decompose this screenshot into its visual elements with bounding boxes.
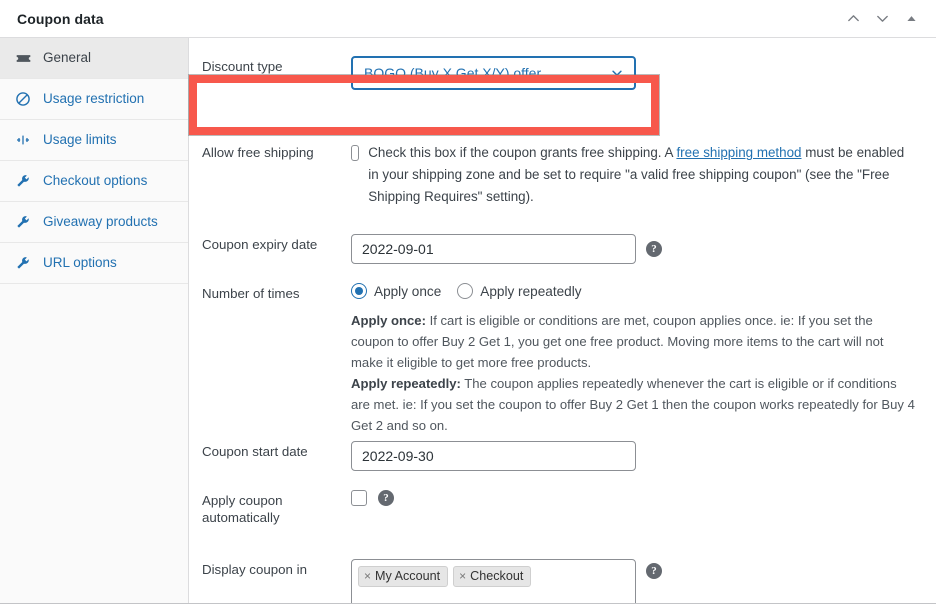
apply-coupon-automatically-help-icon[interactable]: ?	[378, 490, 394, 506]
field-coupon-expiry-date: Coupon expiry date ?	[189, 234, 936, 264]
panel-body: General Usage restriction Usage limits C…	[0, 38, 936, 603]
no-entry-icon	[13, 91, 33, 107]
apply-once-description: Apply once: If cart is eligible or condi…	[351, 310, 918, 373]
sidebar-item-usage-limits[interactable]: Usage limits	[0, 120, 188, 161]
panel-header-controls	[840, 6, 924, 32]
sidebar-item-usage-restriction[interactable]: Usage restriction	[0, 79, 188, 120]
number-of-times-label: Number of times	[202, 286, 300, 301]
apply-repeatedly-desc-title: Apply repeatedly:	[351, 376, 461, 391]
field-apply-coupon-automatically: Apply coupon automatically ?	[189, 490, 936, 526]
apply-once-desc-text: If cart is eligible or conditions are me…	[351, 313, 884, 370]
allow-free-shipping-description: Check this box if the coupon grants free…	[368, 142, 918, 208]
coupon-expiry-date-help-icon[interactable]: ?	[646, 241, 662, 257]
move-down-icon[interactable]	[869, 6, 895, 32]
remove-token-icon[interactable]: ×	[459, 569, 466, 583]
coupon-general-form: Discount type BOGO (Buy X Get X/Y) offer…	[189, 38, 936, 603]
field-allow-free-shipping: Allow free shipping Check this box if th…	[189, 142, 936, 208]
sidebar-item-label: Usage limits	[43, 132, 117, 148]
sidebar-item-checkout-options[interactable]: Checkout options	[0, 161, 188, 202]
page-title: Coupon data	[17, 10, 104, 27]
apply-once-label[interactable]: Apply once	[374, 284, 441, 299]
discount-type-value: BOGO (Buy X Get X/Y) offer	[364, 65, 542, 81]
wrench-icon	[13, 173, 33, 189]
token-my-account: × My Account	[358, 566, 449, 587]
free-shipping-method-link[interactable]: free shipping method	[676, 145, 801, 160]
field-coupon-start-date: Coupon start date	[189, 441, 936, 471]
token-label: My Account	[375, 569, 441, 583]
wrench-icon	[13, 214, 33, 230]
sidebar-item-url-options[interactable]: URL options	[0, 243, 188, 284]
sidebar-item-label: Checkout options	[43, 173, 148, 189]
allow-free-shipping-label: Allow free shipping	[202, 145, 314, 160]
display-coupon-in-token-input[interactable]: × My Account × Checkout	[351, 559, 636, 603]
chevron-down-icon	[610, 66, 624, 80]
field-discount-type: Discount type BOGO (Buy X Get X/Y) offer	[189, 56, 936, 90]
discount-type-label: Discount type	[202, 59, 283, 74]
display-coupon-in-label: Display coupon in	[202, 562, 307, 577]
apply-repeatedly-radio[interactable]	[457, 283, 474, 299]
coupon-data-panel: Coupon data General Usage restriction Us…	[0, 0, 936, 604]
apply-repeatedly-description: Apply repeatedly: The coupon applies rep…	[351, 373, 918, 436]
remove-token-icon[interactable]: ×	[364, 569, 371, 583]
apply-repeatedly-label[interactable]: Apply repeatedly	[480, 284, 581, 299]
apply-coupon-automatically-label: Apply coupon automatically	[202, 493, 283, 525]
ticket-icon	[13, 50, 33, 67]
usage-limit-icon	[13, 132, 33, 148]
field-display-coupon-in: Display coupon in × My Account × Checkou…	[189, 559, 936, 603]
sidebar-item-general[interactable]: General	[0, 38, 188, 79]
apply-coupon-automatically-checkbox[interactable]	[351, 490, 367, 506]
coupon-data-sidebar: General Usage restriction Usage limits C…	[0, 38, 189, 603]
coupon-expiry-date-label: Coupon expiry date	[202, 237, 318, 252]
panel-header: Coupon data	[0, 0, 936, 38]
wrench-icon	[13, 255, 33, 271]
coupon-start-date-input[interactable]	[351, 441, 636, 471]
coupon-start-date-label: Coupon start date	[202, 444, 308, 459]
free-shipping-desc-part1: Check this box if the coupon grants free…	[368, 145, 677, 160]
discount-type-select[interactable]: BOGO (Buy X Get X/Y) offer	[351, 56, 636, 90]
field-number-of-times: Number of times Apply once Apply repeate…	[189, 283, 936, 436]
sidebar-item-label: Usage restriction	[43, 91, 145, 107]
sidebar-item-label: URL options	[43, 255, 117, 271]
sidebar-item-label: General	[43, 50, 92, 66]
display-coupon-in-help-icon[interactable]: ?	[646, 563, 662, 579]
apply-once-desc-title: Apply once:	[351, 313, 426, 328]
toggle-panel-icon[interactable]	[898, 6, 924, 32]
apply-once-radio[interactable]	[351, 283, 367, 299]
move-up-icon[interactable]	[840, 6, 866, 32]
token-checkout: × Checkout	[453, 566, 532, 587]
sidebar-item-label: Giveaway products	[43, 214, 158, 230]
coupon-expiry-date-input[interactable]	[351, 234, 636, 264]
token-label: Checkout	[470, 569, 524, 583]
sidebar-item-giveaway-products[interactable]: Giveaway products	[0, 202, 188, 243]
allow-free-shipping-checkbox[interactable]	[351, 145, 360, 161]
number-of-times-radio-group: Apply once Apply repeatedly	[351, 283, 918, 299]
